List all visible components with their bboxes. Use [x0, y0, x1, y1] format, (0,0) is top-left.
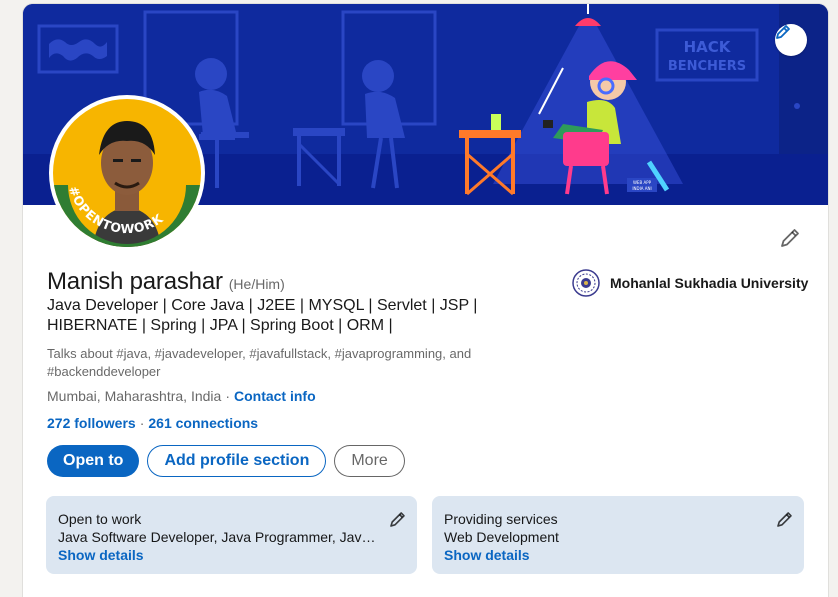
profile-actions: Open to Add profile section More	[47, 445, 405, 477]
show-details-link[interactable]: Show details	[58, 546, 405, 564]
banner-sign-line2: BENCHERS	[668, 59, 746, 74]
network-counts: 272 followers · 261 connections	[47, 415, 258, 431]
profile-headline: Java Developer | Core Java | J2EE | MYSQ…	[47, 297, 478, 334]
edit-banner-button[interactable]	[775, 24, 807, 56]
banner-sign-line1: HACK	[684, 38, 732, 56]
contact-info-link[interactable]: Contact info	[234, 388, 316, 404]
add-profile-section-button[interactable]: Add profile section	[147, 445, 327, 477]
separator-dot: ·	[139, 415, 145, 431]
pencil-icon	[776, 25, 790, 39]
education-name: Mohanlal Sukhadia University	[610, 275, 809, 291]
connections-link[interactable]: 261 connections	[148, 415, 258, 431]
name-row: Manish parashar (He/Him)	[47, 268, 285, 296]
location: Mumbai, Maharashtra, India	[47, 388, 222, 404]
profile-name: Manish parashar	[47, 268, 223, 295]
open-to-button[interactable]: Open to	[47, 445, 140, 477]
panel-title: Open to work	[58, 511, 142, 527]
profile-card: HACK BENCHERS WEB APP INDIA ANI #OPENTOW…	[23, 4, 828, 597]
banner-sticker-line1: WEB APP	[633, 180, 652, 185]
pencil-icon	[781, 229, 799, 247]
pronouns: (He/Him)	[228, 276, 285, 292]
university-logo-icon	[572, 269, 600, 297]
open-to-work-panel[interactable]: Open to work Java Software Developer, Ja…	[46, 496, 417, 574]
more-button[interactable]: More	[334, 445, 405, 477]
providing-services-panel[interactable]: Providing services Web Development Show …	[432, 496, 804, 574]
pencil-icon[interactable]	[389, 510, 407, 528]
panel-title: Providing services	[444, 511, 558, 527]
separator-dot: ·	[225, 388, 230, 404]
panel-body: Java Software Developer, Java Programmer…	[58, 529, 383, 545]
banner-sticker-line2: INDIA ANI	[632, 186, 651, 191]
location-row: Mumbai, Maharashtra, India · Contact info	[47, 388, 316, 404]
education-entry[interactable]: Mohanlal Sukhadia University	[572, 269, 808, 297]
show-details-link[interactable]: Show details	[444, 546, 792, 564]
talks-about: Talks about #java, #javadeveloper, #java…	[47, 346, 472, 379]
profile-photo[interactable]: #OPENTOWORK	[53, 99, 201, 247]
pencil-icon[interactable]	[776, 510, 794, 528]
avatar[interactable]: #OPENTOWORK	[49, 95, 205, 251]
panel-body: Web Development	[444, 529, 559, 545]
edit-intro-button[interactable]	[776, 224, 804, 252]
followers-link[interactable]: 272 followers	[47, 415, 136, 431]
